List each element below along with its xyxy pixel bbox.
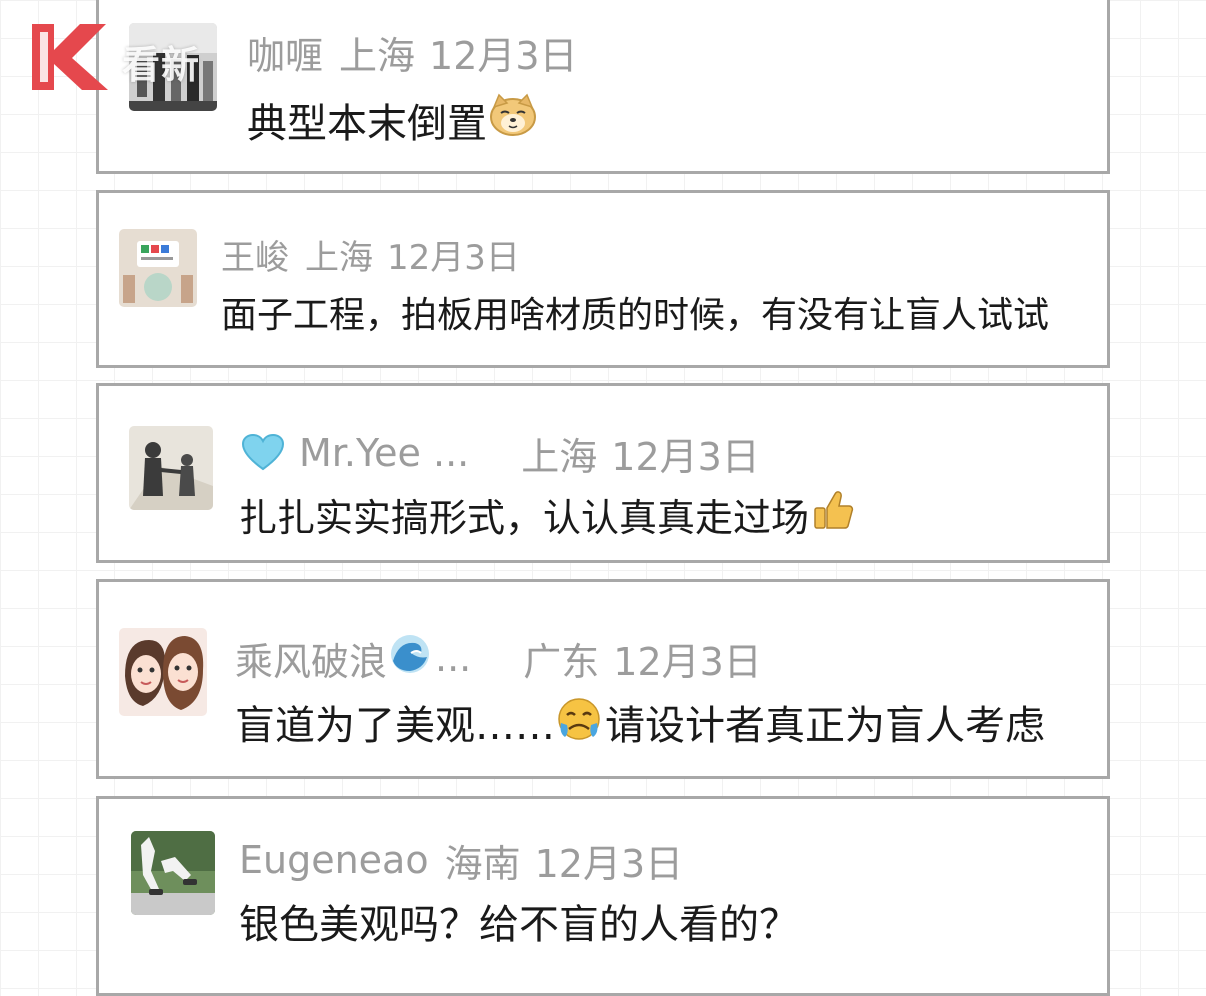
comment-card: Eugeneao 海南 12月3日 银色美观吗？给不盲的人看的？ bbox=[96, 796, 1110, 996]
username[interactable]: 乘风破浪 bbox=[235, 631, 387, 686]
comment-text: 扎扎实实搞形式，认认真真走过场 bbox=[239, 488, 855, 541]
comment-body: 银色美观吗？给不盲的人看的？ bbox=[239, 902, 799, 948]
comment-card: 王峻 上海 12月3日 面子工程，拍板用啥材质的时候，有没有让盲人试试 bbox=[96, 190, 1110, 368]
location: 上海 bbox=[339, 33, 416, 78]
comment-meta: 王峻 上海 12月3日 bbox=[221, 233, 520, 278]
avatar[interactable] bbox=[131, 831, 215, 915]
comment-body: 扎扎实实搞形式，认认真真走过场 bbox=[239, 495, 810, 540]
comment-body: 面子工程，拍板用啥材质的时候，有没有让盲人试试 bbox=[221, 295, 1050, 336]
date: 12月3日 bbox=[613, 639, 762, 684]
comment-text: 面子工程，拍板用啥材质的时候，有没有让盲人试试 bbox=[221, 289, 1050, 336]
location: 广东 bbox=[523, 639, 600, 684]
comment-card: 咖喱 上海 12月3日 典型本末倒置 bbox=[96, 0, 1110, 174]
heart-icon bbox=[241, 433, 285, 473]
watermark-text: 看新 bbox=[122, 43, 201, 87]
crying-emoji-icon bbox=[555, 693, 603, 751]
comment-meta: 咖喱 上海 12月3日 bbox=[247, 29, 578, 78]
comment-meta: 乘风破浪 ... 广东 12月3日 bbox=[235, 633, 762, 684]
location: 上海 bbox=[305, 237, 373, 278]
comment-body-continued: 请设计者真正为盲人考虑 bbox=[605, 703, 1045, 749]
username[interactable]: 王峻 bbox=[221, 230, 289, 279]
username[interactable]: 咖喱 bbox=[247, 25, 323, 80]
username[interactable]: Mr.Yee ... bbox=[299, 431, 469, 475]
location: 海南 bbox=[444, 841, 521, 886]
thumbs-up-emoji-icon bbox=[811, 488, 855, 541]
comment-text: 典型本末倒置 bbox=[247, 93, 537, 147]
username[interactable]: Eugeneao bbox=[239, 838, 429, 882]
location: 上海 bbox=[521, 434, 598, 479]
comment-card: Mr.Yee ... 上海 12月3日 扎扎实实搞形式，认认真真走过场 bbox=[96, 383, 1110, 563]
comment-text: 银色美观吗？给不盲的人看的？ bbox=[239, 895, 799, 948]
comment-meta: Eugeneao 海南 12月3日 bbox=[239, 837, 683, 886]
username-suffix: ... bbox=[435, 636, 472, 680]
comment-card: 乘风破浪 ... 广东 12月3日 盲道为了美观…… 请设计者真正为盲人考虑 bbox=[96, 579, 1110, 779]
comment-meta: Mr.Yee ... 上海 12月3日 bbox=[241, 430, 760, 479]
avatar[interactable] bbox=[119, 628, 207, 716]
date: 12月3日 bbox=[429, 33, 578, 78]
date: 12月3日 bbox=[534, 841, 684, 886]
k-logo-icon bbox=[32, 24, 108, 90]
comment-body: 盲道为了美观…… bbox=[235, 703, 555, 749]
doge-emoji-icon bbox=[489, 93, 537, 147]
date: 12月3日 bbox=[387, 237, 520, 278]
wave-emoji-icon bbox=[389, 633, 431, 684]
watermark: 看新 bbox=[28, 20, 228, 92]
avatar[interactable] bbox=[129, 426, 213, 510]
avatar[interactable] bbox=[119, 229, 197, 307]
date: 12月3日 bbox=[611, 434, 760, 479]
comment-text: 盲道为了美观…… 请设计者真正为盲人考虑 bbox=[235, 693, 1045, 751]
comment-body: 典型本末倒置 bbox=[247, 101, 487, 147]
